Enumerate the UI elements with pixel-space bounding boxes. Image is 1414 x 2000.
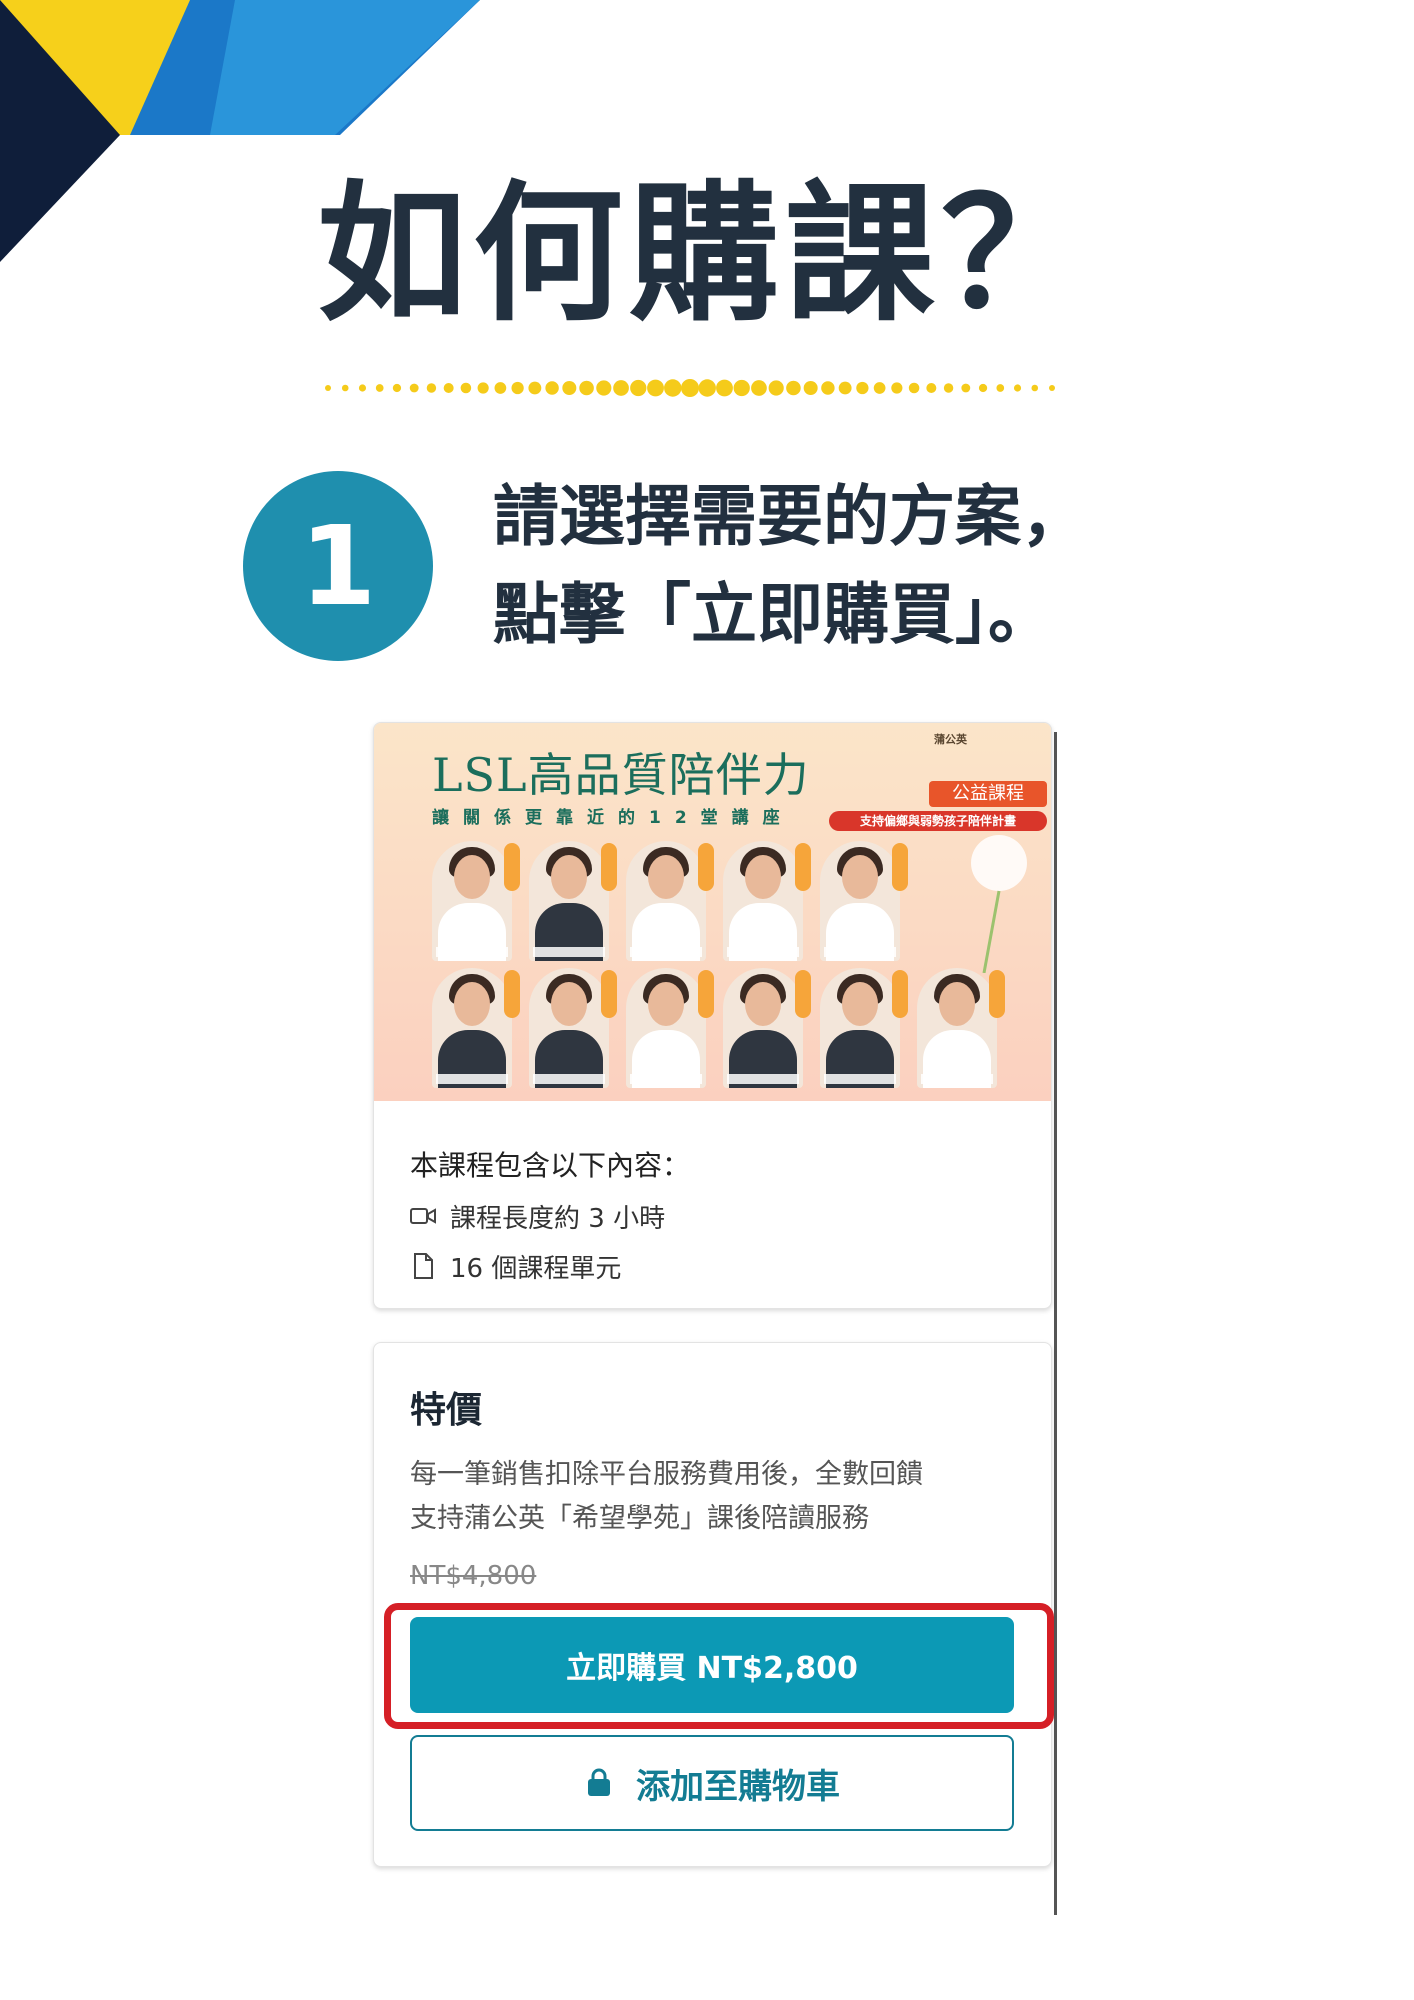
divider-dot [358, 384, 367, 392]
include-item-units: 16 個課程單元 [410, 1241, 690, 1291]
buy-button-highlight [384, 1603, 1054, 1729]
banner-tag-public-course: 公益課程 [929, 781, 1047, 807]
divider-dot [978, 383, 988, 393]
shopping-bag-icon [588, 1768, 610, 1796]
screenshot-border-line [1054, 732, 1057, 1915]
divider-dot [545, 381, 559, 395]
speaker-photo [626, 968, 706, 1088]
add-to-cart-button[interactable]: 添加至購物車 [410, 1735, 1014, 1831]
speaker-name-tag [698, 843, 714, 891]
pricing-description: 每一筆銷售扣除平台服務費用後，全數回饋 支持蒲公英「希望學苑」課後陪讀服務 [410, 1453, 1010, 1541]
speaker-name-tag [892, 843, 908, 891]
speaker-photo [432, 841, 512, 961]
divider-dot [996, 384, 1005, 392]
divider-dot [664, 379, 682, 397]
divider-dot [494, 382, 507, 394]
speaker-photo [820, 968, 900, 1088]
dandelion-decoration [971, 835, 1027, 973]
pricing-description-line-1: 每一筆銷售扣除平台服務費用後，全數回饋 [410, 1459, 923, 1490]
divider-dot [838, 381, 852, 395]
divider-dot [698, 379, 716, 397]
divider-dot [1049, 385, 1055, 391]
divider-dot [961, 383, 971, 393]
include-item-text: 16 個課程單元 [450, 1253, 622, 1284]
divider-dot [511, 381, 524, 395]
divider-dot [443, 383, 454, 393]
speaker-name-tag [504, 970, 520, 1018]
speaker-name-tag [795, 843, 811, 891]
divider-dot [477, 382, 489, 394]
divider-dot [681, 379, 699, 397]
divider-dot [768, 380, 784, 396]
video-icon [410, 1208, 436, 1224]
divider-dot [786, 380, 801, 396]
divider-dot [562, 381, 577, 395]
original-price: NT$4,800 [410, 1561, 537, 1591]
divider-dot [1013, 384, 1022, 392]
divider-dot [392, 383, 402, 393]
includes-label: 本課程包含以下內容： [410, 1149, 691, 1182]
pricing-description-line-2: 支持蒲公英「希望學苑」課後陪讀服務 [410, 1503, 869, 1534]
divider-dot [751, 380, 767, 396]
speaker-photo [723, 841, 803, 961]
course-includes: 本課程包含以下內容： 課程長度約 3 小時 16 個課程單元 [410, 1141, 690, 1291]
divider-dot [375, 384, 384, 392]
divider-dot [630, 379, 647, 397]
speaker-name-tag [698, 970, 714, 1018]
divider-dot [716, 379, 733, 397]
speaker-name-tag [601, 970, 617, 1018]
divider-dot [426, 383, 437, 393]
include-item-duration: 課程長度約 3 小時 [410, 1191, 690, 1241]
speaker-photo [529, 841, 609, 961]
speaker-photo [432, 968, 512, 1088]
divider-dot [613, 380, 629, 396]
divider-dot [926, 383, 937, 393]
divider-dot [733, 379, 750, 397]
speaker-photo [723, 968, 803, 1088]
speaker-photo [529, 968, 609, 1088]
step-instruction-line-1: 請選擇需要的方案， [493, 478, 1087, 555]
speaker-name-tag [504, 843, 520, 891]
divider-dot [528, 381, 542, 395]
divider-dot [943, 383, 954, 393]
divider-dot [409, 383, 419, 393]
dotted-divider [325, 379, 1055, 397]
divider-dot [1031, 384, 1039, 392]
document-icon [414, 1253, 433, 1279]
speaker-photo [626, 841, 706, 961]
page-title: 如何購課？ [316, 168, 1097, 342]
speaker-photo [917, 968, 997, 1088]
step-number-badge: 1 [243, 471, 433, 661]
divider-dot [873, 382, 886, 394]
divider-dot [325, 385, 331, 391]
speaker-photo [820, 841, 900, 961]
divider-dot [460, 382, 472, 394]
speaker-name-tag [601, 843, 617, 891]
pricing-title: 特價 [410, 1390, 483, 1431]
divider-dot [647, 379, 664, 397]
step-instruction-line-2: 點擊「立即購買」。 [493, 576, 1054, 653]
banner-logo: 蒲公英 [934, 733, 967, 746]
speaker-name-tag [989, 970, 1005, 1018]
divider-dot [908, 382, 920, 394]
step-instruction: 請選擇需要的方案， 點擊「立即購買」。 [493, 468, 1087, 664]
divider-dot [891, 382, 903, 394]
divider-dot [856, 381, 869, 395]
divider-dot [596, 380, 612, 396]
divider-dot [341, 384, 349, 392]
course-info-card: 蒲公英 LSL高品質陪伴力 讓關係更靠近的12堂講座 公益課程 支持偏鄉與弱勢孩… [373, 722, 1052, 1309]
banner-subtitle: 讓關係更靠近的12堂講座 [432, 808, 794, 828]
speaker-name-tag [795, 970, 811, 1018]
speaker-name-tag [892, 970, 908, 1018]
add-to-cart-label: 添加至購物車 [636, 1766, 840, 1807]
include-item-text: 課程長度約 3 小時 [450, 1203, 666, 1234]
divider-dot [803, 381, 818, 395]
banner-title: LSL高品質陪伴力 [432, 748, 810, 802]
divider-dot [821, 381, 835, 395]
course-banner-image[interactable]: 蒲公英 LSL高品質陪伴力 讓關係更靠近的12堂講座 公益課程 支持偏鄉與弱勢孩… [374, 723, 1051, 1101]
divider-dot [579, 380, 594, 396]
